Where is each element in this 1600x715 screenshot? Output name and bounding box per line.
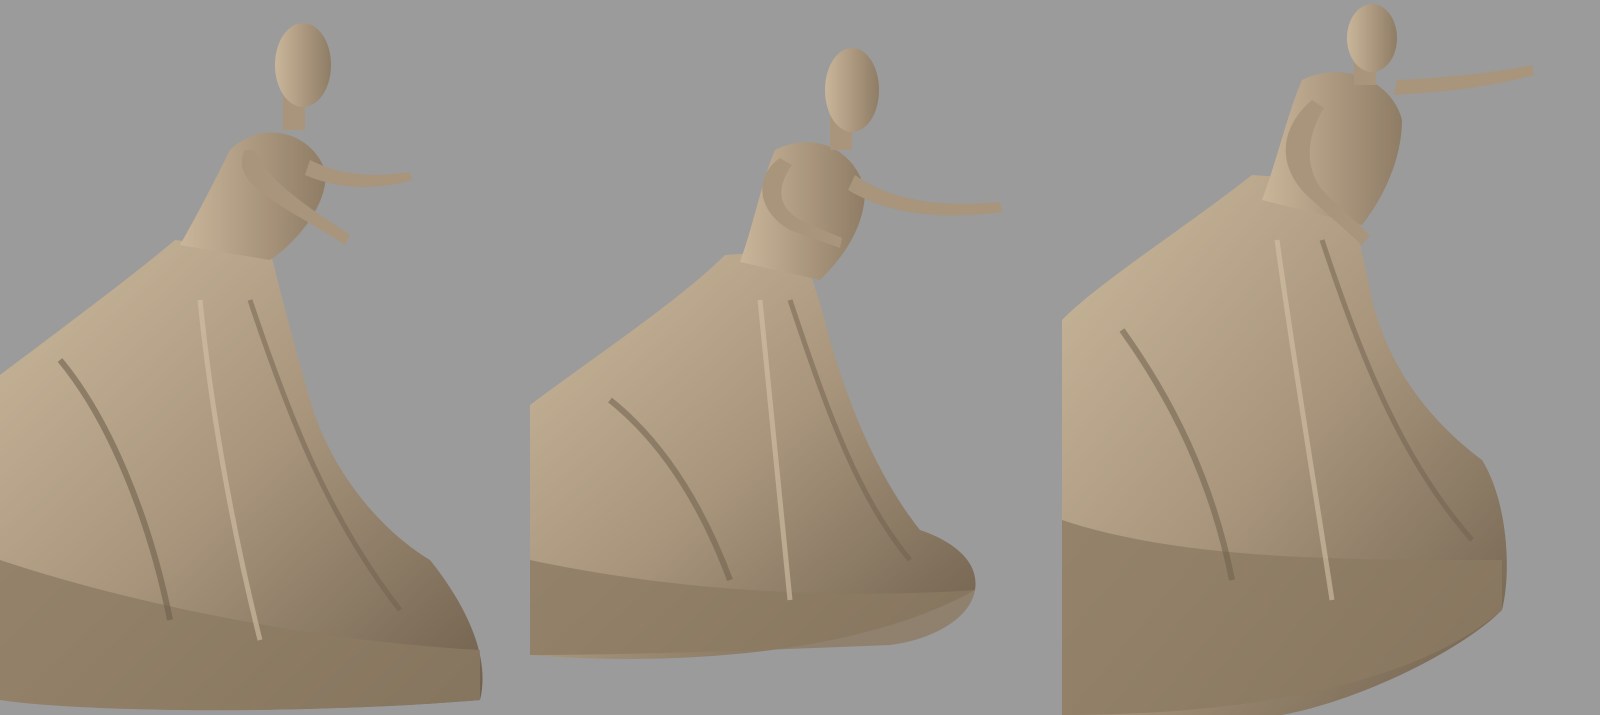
sculpt-view-left	[0, 0, 500, 715]
sculpt-figure-left	[0, 23, 483, 711]
sculpt-figure-right	[1062, 4, 1534, 715]
render-canvas	[0, 0, 1600, 715]
sculpt-figure-middle	[530, 48, 1002, 659]
sculpt-view-right	[1062, 0, 1600, 715]
sculpt-view-middle	[530, 0, 1050, 715]
